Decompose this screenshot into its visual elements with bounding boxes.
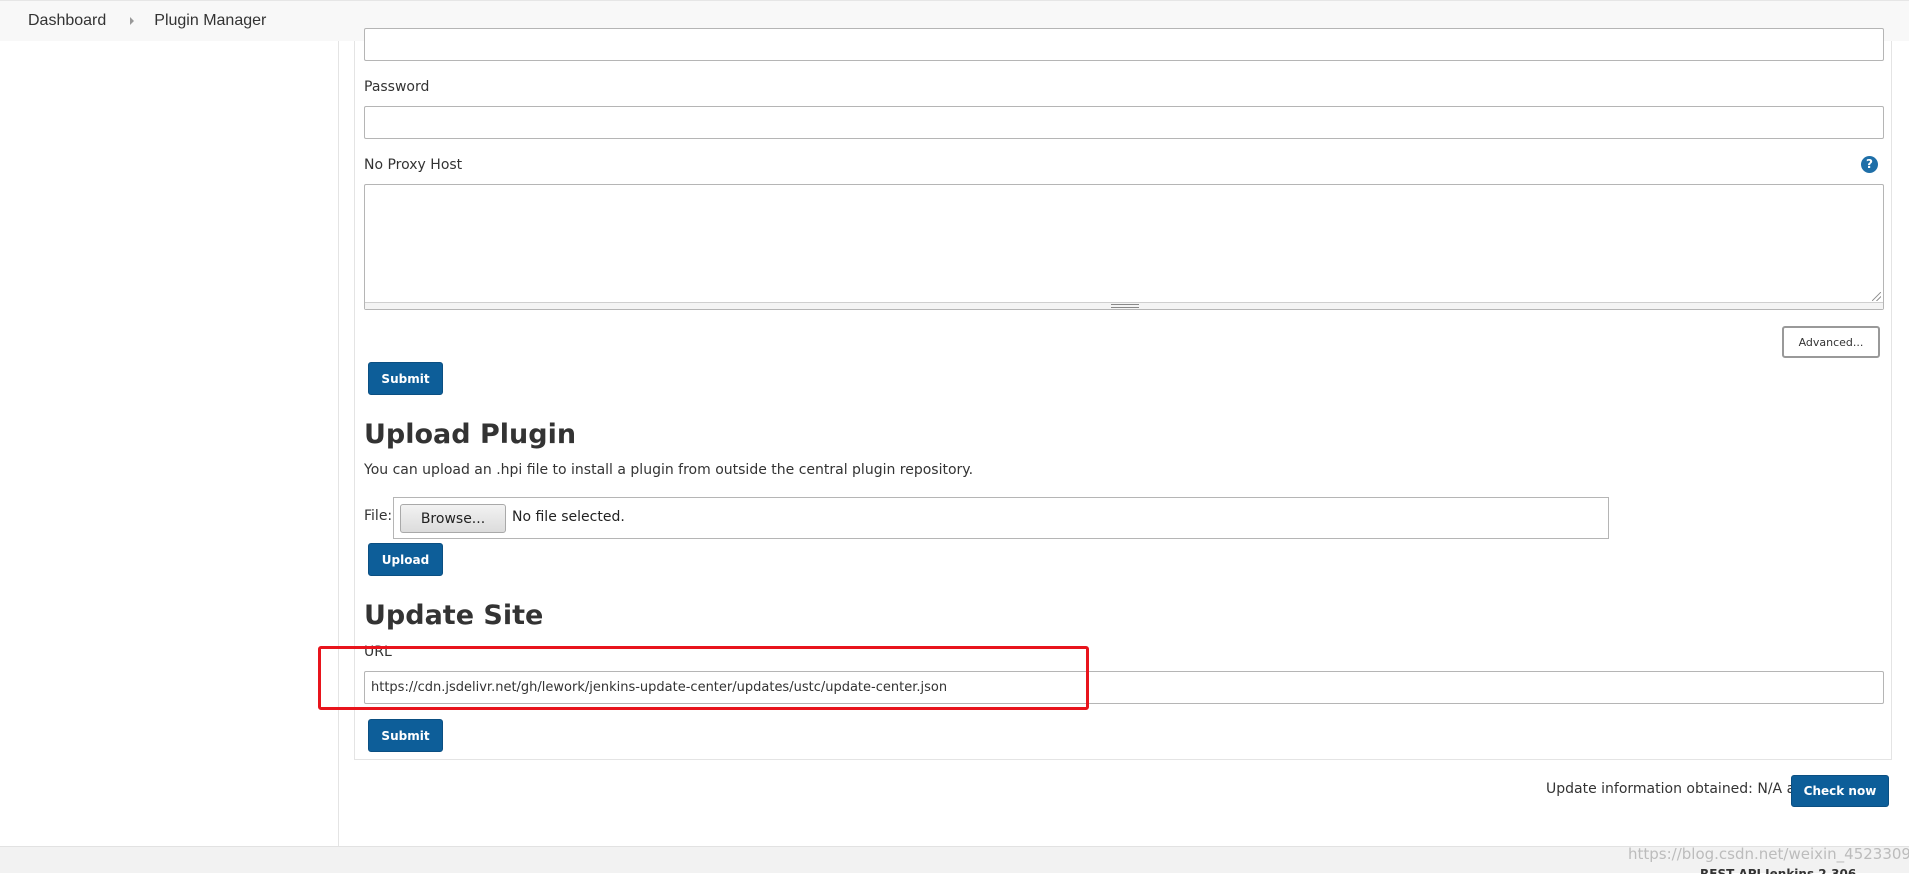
update-site-heading: Update Site (364, 600, 544, 631)
no-file-selected-text: No file selected. (512, 509, 625, 525)
footer-text[interactable]: REST API Jenkins 2.306 (1700, 868, 1856, 874)
file-input[interactable]: Browse... No file selected. (393, 497, 1609, 539)
no-proxy-host-label: No Proxy Host (364, 157, 463, 173)
browse-button[interactable]: Browse... (400, 504, 506, 533)
no-proxy-host-textarea[interactable] (364, 184, 1884, 310)
footer: REST API Jenkins 2.306 (0, 846, 1909, 874)
file-label: File: (364, 508, 393, 524)
username-input[interactable] (364, 28, 1884, 61)
watermark: https://blog.csdn.net/weixin_45233090 (1628, 845, 1909, 863)
check-now-button[interactable]: Check now (1791, 775, 1889, 807)
upload-plugin-heading: Upload Plugin (364, 419, 577, 450)
help-icon[interactable]: ? (1861, 156, 1878, 173)
breadcrumb-plugin-manager[interactable]: Plugin Manager (154, 12, 266, 30)
breadcrumb-chevron-icon (130, 17, 135, 25)
upload-button[interactable]: Upload (368, 543, 443, 576)
url-label: URL (364, 644, 392, 660)
breadcrumb-dashboard[interactable]: Dashboard (28, 12, 106, 30)
textarea-grip-bar[interactable] (365, 302, 1883, 309)
update-site-submit-button[interactable]: Submit (368, 719, 443, 752)
update-site-url-input[interactable] (364, 671, 1884, 704)
password-label: Password (364, 79, 430, 95)
upload-plugin-description: You can upload an .hpi file to install a… (364, 462, 974, 478)
update-info-text: Update information obtained: N/A ago (1546, 781, 1813, 797)
password-input[interactable] (364, 106, 1884, 139)
advanced-button[interactable]: Advanced... (1782, 326, 1880, 358)
grip-icon[interactable] (1111, 304, 1139, 308)
side-panel (0, 41, 339, 846)
proxy-submit-button[interactable]: Submit (368, 362, 443, 395)
resize-handle-icon[interactable] (1872, 292, 1881, 301)
main-content-panel (354, 41, 1892, 760)
